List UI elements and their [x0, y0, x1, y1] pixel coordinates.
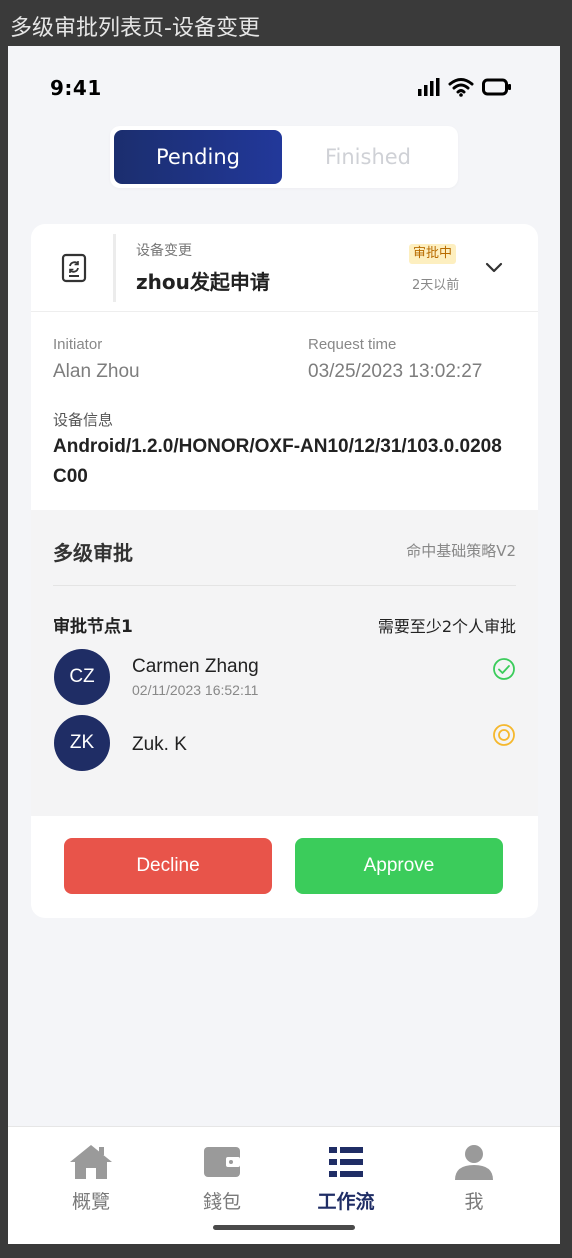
- request-category: 设备变更: [136, 243, 192, 259]
- approval-node: 审批节点1 需要至少2个人审批: [53, 586, 516, 637]
- initiator-label: Initiator: [53, 336, 103, 353]
- wallet-icon: [204, 1147, 240, 1177]
- pending-circle-icon: [493, 724, 515, 746]
- nav-item-wallet[interactable]: 錢包: [177, 1143, 267, 1214]
- chevron-down-icon[interactable]: [485, 262, 503, 274]
- approver-row: ZK Zuk. K: [53, 714, 516, 792]
- status-tabs: Pending Finished: [110, 126, 458, 188]
- nav-label: 概覽: [71, 1191, 110, 1213]
- phone-screen: 9:41 Pending Finished 设备变更 zhou发起申请 审批中 …: [8, 46, 560, 1244]
- user-icon: [455, 1145, 493, 1180]
- request-time-value: 03/25/2023 13:02:27: [308, 361, 483, 382]
- relative-time: 2天以前: [412, 278, 460, 293]
- home-icon: [70, 1145, 112, 1179]
- request-title: zhou发起申请: [136, 270, 270, 294]
- tab-pending[interactable]: Pending: [114, 130, 282, 184]
- avatar: ZK: [54, 715, 110, 771]
- wifi-icon: [448, 78, 474, 97]
- device-info-label: 设备信息: [53, 411, 114, 429]
- tab-finished[interactable]: Finished: [282, 130, 454, 184]
- initiator-value: Alan Zhou: [53, 361, 140, 382]
- status-badge: 审批中: [409, 244, 457, 264]
- nav-label: 我: [464, 1191, 484, 1213]
- nav-item-workflow[interactable]: 工作流: [301, 1143, 391, 1214]
- approver-name: Zuk. K: [132, 734, 187, 755]
- workflow-icon: [329, 1147, 363, 1177]
- signal-icon: [418, 78, 440, 96]
- status-bar: 9:41: [8, 46, 560, 116]
- action-bar: Decline Approve: [31, 816, 538, 918]
- status-time: 9:41: [50, 76, 102, 100]
- approval-section: 多级审批 命中基础策略V2 审批节点1 需要至少2个人审批 CZ Carmen …: [31, 510, 538, 816]
- nav-label: 工作流: [317, 1191, 375, 1213]
- home-indicator: [213, 1225, 355, 1230]
- approval-title: 多级审批: [53, 541, 133, 565]
- decline-button[interactable]: Decline: [64, 838, 272, 894]
- approval-policy: 命中基础策略V2: [406, 542, 516, 560]
- frame-title: 多级审批列表页-设备变更: [10, 16, 260, 41]
- header-divider: [113, 234, 116, 302]
- device-change-icon: [61, 253, 87, 283]
- nav-item-overview[interactable]: 概覽: [46, 1143, 136, 1214]
- approve-button[interactable]: Approve: [295, 838, 503, 894]
- approval-header: 多级审批 命中基础策略V2: [53, 510, 516, 586]
- request-info: Initiator Alan Zhou Request time 03/25/2…: [31, 312, 538, 510]
- approver-row: CZ Carmen Zhang 02/11/2023 16:52:11: [53, 636, 516, 714]
- request-time-label: Request time: [308, 336, 397, 353]
- node-rule: 需要至少2个人审批: [377, 617, 516, 636]
- avatar: CZ: [54, 649, 110, 705]
- nav-label: 錢包: [202, 1191, 241, 1213]
- nav-item-me[interactable]: 我: [429, 1143, 519, 1214]
- node-title: 审批节点1: [53, 617, 133, 637]
- approver-time: 02/11/2023 16:52:11: [132, 682, 259, 698]
- card-header[interactable]: 设备变更 zhou发起申请 审批中 2天以前: [31, 224, 538, 312]
- status-icons: [418, 77, 512, 97]
- device-info-value: Android/1.2.0/HONOR/OXF-AN10/12/31/103.0…: [53, 436, 502, 487]
- bottom-nav: 概覽 錢包 工作流 我: [8, 1126, 560, 1244]
- check-circle-icon: [493, 658, 515, 680]
- request-card: 设备变更 zhou发起申请 审批中 2天以前 Initiator Alan Zh…: [31, 224, 538, 918]
- approver-name: Carmen Zhang: [132, 656, 259, 677]
- battery-icon: [482, 78, 511, 96]
